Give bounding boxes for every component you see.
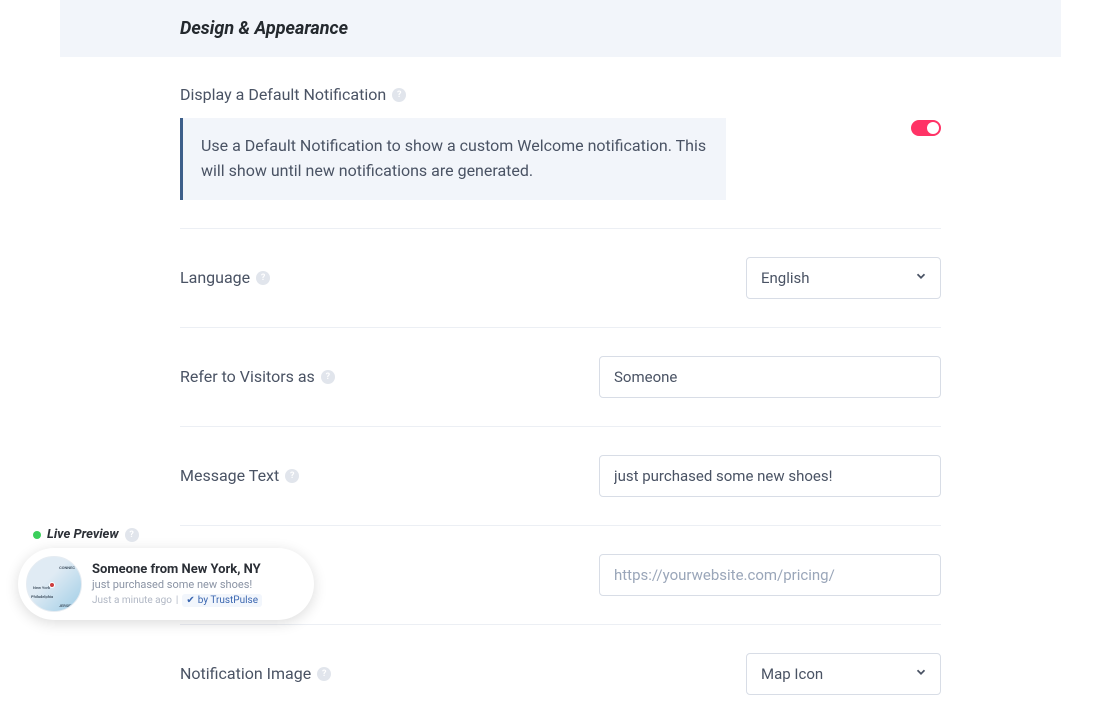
live-preview: Live Preview ? CONNEC New York Philadelp… (18, 527, 314, 620)
setting-message-text: Message Text ? (180, 427, 941, 526)
live-status-dot-icon (33, 531, 41, 539)
language-select[interactable]: English (746, 257, 941, 299)
settings-body: Display a Default Notification ? Use a D… (60, 57, 1061, 723)
notification-content: Someone from New York, NY just purchased… (92, 562, 292, 607)
notification-image-label-text: Notification Image (180, 664, 311, 683)
default-notification-label: Display a Default Notification ? (180, 85, 406, 104)
refer-visitors-label: Refer to Visitors as ? (180, 367, 335, 386)
map-icon: CONNEC New York Philadelphia JERSEY (26, 556, 82, 612)
refer-visitors-input[interactable] (599, 356, 941, 398)
notification-image-select[interactable]: Map Icon (746, 653, 941, 695)
notification-preview-card[interactable]: CONNEC New York Philadelphia JERSEY Some… (18, 548, 314, 620)
language-label: Language ? (180, 268, 270, 287)
chevron-down-icon (914, 665, 928, 683)
notification-meta: Just a minute ago | ✔ by TrustPulse (92, 594, 292, 607)
language-select-value: English (761, 269, 810, 287)
chevron-down-icon (914, 269, 928, 287)
section-header: Design & Appearance (60, 0, 1061, 57)
meta-separator: | (176, 595, 178, 606)
setting-language: Language ? English (180, 229, 941, 328)
help-icon[interactable]: ? (321, 370, 335, 384)
notification-time: Just a minute ago (92, 595, 172, 606)
notification-image-label: Notification Image ? (180, 664, 331, 683)
message-text-label-text: Message Text (180, 466, 279, 485)
setting-default-notification: Display a Default Notification ? Use a D… (180, 57, 941, 229)
trustpulse-badge[interactable]: ✔ by TrustPulse (182, 594, 262, 607)
setting-notification-image: Notification Image ? Map Icon (180, 625, 941, 723)
message-text-input[interactable] (599, 455, 941, 497)
help-icon[interactable]: ? (392, 88, 406, 102)
refer-visitors-label-text: Refer to Visitors as (180, 367, 315, 386)
verified-check-icon: ✔ (186, 595, 194, 606)
notification-message: just purchased some new shoes! (92, 578, 292, 591)
notification-title: Someone from New York, NY (92, 562, 292, 577)
message-text-label: Message Text ? (180, 466, 299, 485)
help-icon[interactable]: ? (285, 469, 299, 483)
live-preview-header: Live Preview ? (33, 527, 314, 542)
live-preview-label-text: Live Preview (47, 527, 119, 542)
default-notification-info: Use a Default Notification to show a cus… (180, 118, 726, 200)
help-icon[interactable]: ? (317, 667, 331, 681)
setting-refer-visitors: Refer to Visitors as ? (180, 328, 941, 427)
map-marker-icon (49, 582, 55, 588)
language-label-text: Language (180, 268, 250, 287)
default-notification-label-text: Display a Default Notification (180, 85, 386, 104)
toggle-knob (927, 122, 939, 134)
message-link-input[interactable] (599, 554, 941, 596)
default-notification-toggle[interactable] (911, 120, 941, 136)
trustpulse-attribution-text: by TrustPulse (198, 595, 258, 606)
notification-image-select-value: Map Icon (761, 665, 823, 683)
section-title: Design & Appearance (180, 18, 941, 39)
help-icon[interactable]: ? (256, 271, 270, 285)
help-icon[interactable]: ? (125, 528, 139, 542)
